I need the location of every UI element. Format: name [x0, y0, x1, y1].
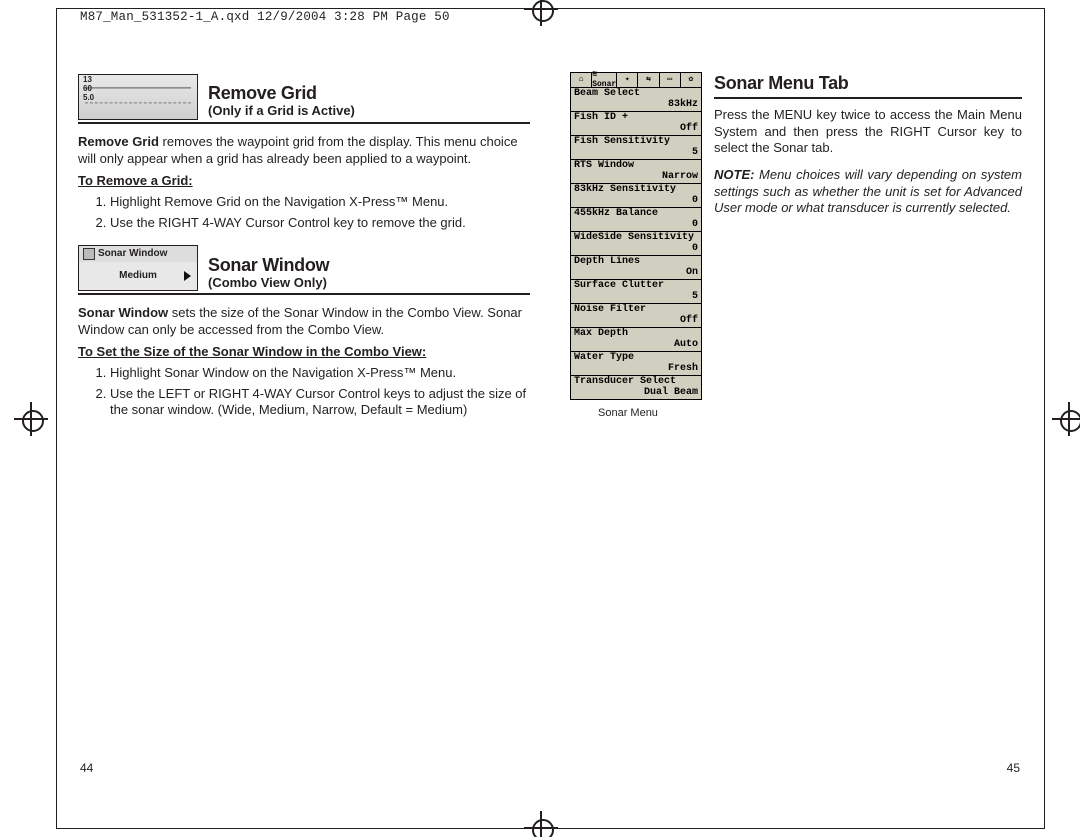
lcd-menu-row: Depth LinesOn [571, 255, 701, 279]
section-remove-grid-header: Remove Grid (Only if a Grid is Active) [78, 74, 530, 124]
lcd-menu-row: Transducer SelectDual Beam [571, 375, 701, 399]
registration-mark-icon [1052, 402, 1080, 436]
sonar-menu-text: Sonar Menu Tab Press the MENU key twice … [714, 72, 1022, 223]
file-info: M87_Man_531352-1_A.qxd 12/9/2004 3:28 PM… [80, 10, 450, 24]
lcd-menu-row: Max DepthAuto [571, 327, 701, 351]
howto-heading: To Remove a Grid: [78, 173, 530, 190]
lcd-tab: ✿ [681, 73, 701, 87]
map-thumb-icon [78, 74, 198, 120]
list-item: Highlight Remove Grid on the Navigation … [110, 194, 530, 211]
sonar-menu-lcd: ⌂≋ Sonar✦⇆▭✿ Beam Select83kHzFish ID +Of… [570, 72, 702, 400]
section-title: Sonar Menu Tab [714, 72, 1022, 95]
left-column: Remove Grid (Only if a Grid is Active) R… [78, 72, 530, 777]
registration-mark-icon [524, 811, 558, 837]
section-paragraph: Remove Grid removes the waypoint grid fr… [78, 134, 530, 167]
right-column: ⌂≋ Sonar✦⇆▭✿ Beam Select83kHzFish ID +Of… [570, 72, 1022, 777]
lcd-tab: ▭ [660, 73, 681, 87]
list-item: Use the RIGHT 4-WAY Cursor Control key t… [110, 215, 530, 232]
lcd-menu-row: 455kHz Balance0 [571, 207, 701, 231]
sonar-window-thumb-icon: Sonar Window Medium [78, 245, 198, 291]
section-paragraph: Press the MENU key twice to access the M… [714, 107, 1022, 157]
note-paragraph: NOTE: Menu choices will vary depending o… [714, 167, 1022, 217]
registration-mark-icon [14, 402, 48, 436]
registration-mark-icon [524, 0, 558, 26]
lcd-tab: ≋ Sonar [592, 73, 617, 87]
section-subtitle: (Combo View Only) [208, 275, 329, 292]
lcd-tab: ⌂ [571, 73, 592, 87]
howto-heading: To Set the Size of the Sonar Window in t… [78, 344, 530, 361]
lcd-menu-row: WideSide Sensitivity0 [571, 231, 701, 255]
section-sonar-window-header: Sonar Window Medium Sonar Window (Combo … [78, 245, 530, 295]
lcd-tab-strip: ⌂≋ Sonar✦⇆▭✿ [571, 73, 701, 88]
section-title: Remove Grid [208, 84, 355, 103]
lcd-menu-row: Fish ID +Off [571, 111, 701, 135]
lcd-tab: ✦ [617, 73, 638, 87]
lcd-menu-row: Water TypeFresh [571, 351, 701, 375]
lcd-menu-row: Beam Select83kHz [571, 88, 701, 111]
lcd-menu-row: Surface Clutter5 [571, 279, 701, 303]
list-item: Highlight Sonar Window on the Navigation… [110, 365, 530, 382]
page-number-right: 45 [1007, 761, 1020, 775]
lcd-menu-row: Fish Sensitivity5 [571, 135, 701, 159]
section-paragraph: Sonar Window sets the size of the Sonar … [78, 305, 530, 338]
lcd-menu-row: 83kHz Sensitivity0 [571, 183, 701, 207]
page: M87_Man_531352-1_A.qxd 12/9/2004 3:28 PM… [0, 0, 1080, 837]
list-item: Use the LEFT or RIGHT 4-WAY Cursor Contr… [110, 386, 530, 419]
section-subtitle: (Only if a Grid is Active) [208, 103, 355, 120]
lcd-caption: Sonar Menu [570, 406, 702, 420]
spread: Remove Grid (Only if a Grid is Active) R… [78, 72, 1022, 777]
lcd-menu-row: RTS WindowNarrow [571, 159, 701, 183]
lcd-tab: ⇆ [638, 73, 659, 87]
lcd-menu-row: Noise FilterOff [571, 303, 701, 327]
sonar-menu-block: ⌂≋ Sonar✦⇆▭✿ Beam Select83kHzFish ID +Of… [570, 72, 702, 420]
section-title: Sonar Window [208, 256, 329, 275]
steps-list: Highlight Remove Grid on the Navigation … [78, 194, 530, 231]
steps-list: Highlight Sonar Window on the Navigation… [78, 365, 530, 419]
page-number-left: 44 [80, 761, 93, 775]
